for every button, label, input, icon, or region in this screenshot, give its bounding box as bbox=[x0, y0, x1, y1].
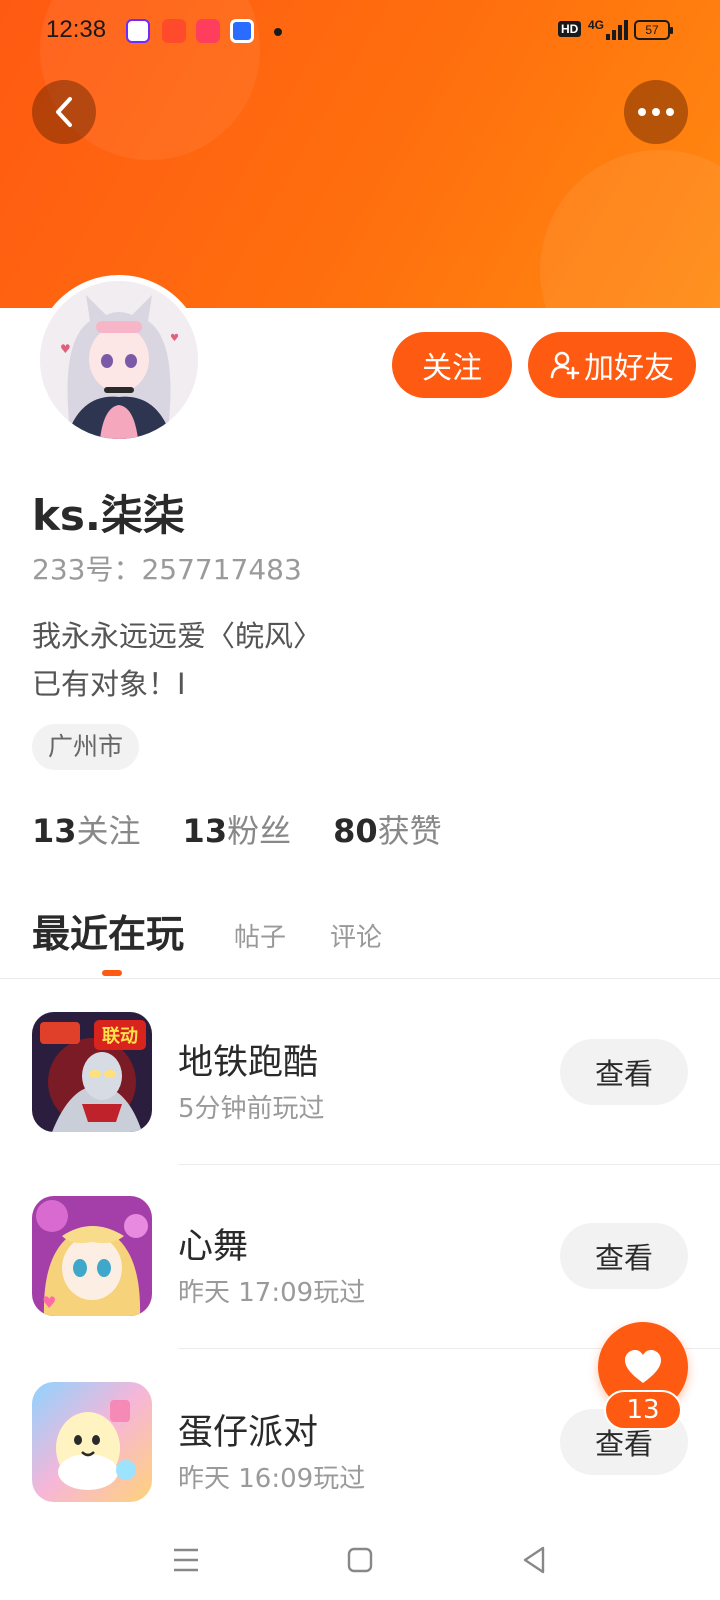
tab-comments[interactable]: 评论 bbox=[330, 917, 382, 954]
app-notification-icon bbox=[196, 19, 220, 43]
add-friend-label: 加好友 bbox=[584, 351, 674, 386]
active-tab-indicator bbox=[102, 970, 122, 976]
likes-count: 80 bbox=[333, 812, 378, 850]
bio: 我永永远远爱〈皖风〉 已有对象！I bbox=[32, 612, 322, 708]
following-stat[interactable]: 13关注 bbox=[32, 806, 141, 852]
likes-label: 获赞 bbox=[377, 812, 442, 850]
following-count: 13 bbox=[32, 812, 77, 850]
game-badge: 联动 bbox=[102, 1026, 138, 1047]
bio-line: 已有对象！I bbox=[32, 667, 186, 701]
game-list-item[interactable]: 联动 地铁跑酷 5分钟前玩过 查看 bbox=[32, 1012, 720, 1132]
back-nav-icon[interactable] bbox=[514, 1540, 554, 1580]
menu-icon[interactable] bbox=[166, 1540, 206, 1580]
more-options-button[interactable] bbox=[624, 80, 688, 144]
fans-stat[interactable]: 13粉丝 bbox=[183, 806, 292, 852]
svg-text:♥: ♥ bbox=[60, 342, 71, 356]
game-name: 地铁跑酷 bbox=[178, 1043, 319, 1083]
system-navigation-bar bbox=[0, 1520, 720, 1600]
add-friend-button[interactable]: 加好友 bbox=[528, 332, 696, 398]
app-notification-icon bbox=[126, 19, 150, 43]
fans-label: 粉丝 bbox=[227, 812, 292, 850]
network-type: 4G bbox=[588, 18, 605, 32]
follow-button[interactable]: 关注 bbox=[392, 332, 512, 398]
avatar[interactable]: ♥ ♥ bbox=[34, 275, 204, 445]
fans-count: 13 bbox=[182, 812, 228, 850]
profile-stats: 13关注 13粉丝 80获赞 bbox=[32, 806, 442, 852]
view-game-button[interactable]: 查看 bbox=[560, 1223, 688, 1289]
game-name: 蛋仔派对 bbox=[178, 1413, 319, 1453]
banner-decoration bbox=[540, 150, 720, 308]
game-last-played: 昨天 17:09玩过 bbox=[178, 1278, 366, 1308]
game-list-item[interactable]: ♥ 心舞 昨天 17:09玩过 查看 bbox=[32, 1196, 720, 1316]
heart-icon bbox=[625, 1350, 661, 1383]
svg-text:♥: ♥ bbox=[170, 333, 179, 344]
tab-posts[interactable]: 帖子 bbox=[234, 917, 286, 954]
profile-tabs: 最近在玩 帖子 评论 bbox=[32, 903, 692, 976]
app-notification-icon bbox=[162, 19, 186, 43]
game-name: 心舞 bbox=[178, 1227, 249, 1267]
chevron-left-icon bbox=[56, 97, 72, 127]
battery-icon: 57 bbox=[634, 20, 673, 40]
follow-label: 关注 bbox=[422, 351, 482, 386]
more-notifications-dot bbox=[274, 28, 282, 36]
username: ks.柒柒 bbox=[32, 491, 185, 540]
divider bbox=[0, 978, 720, 979]
eggy-party-icon[interactable] bbox=[32, 1382, 152, 1502]
bio-line: 我永永远远爱〈皖风〉 bbox=[32, 619, 323, 653]
divider bbox=[178, 1164, 720, 1165]
add-user-icon bbox=[550, 351, 580, 380]
view-game-button[interactable]: 查看 bbox=[560, 1039, 688, 1105]
game-last-played: 昨天 16:09玩过 bbox=[178, 1464, 366, 1494]
likes-stat[interactable]: 80获赞 bbox=[333, 806, 442, 852]
status-bar: 12:38 HD 4G 57 bbox=[0, 0, 720, 62]
subway-surfers-icon[interactable]: 联动 bbox=[32, 1012, 152, 1132]
following-label: 关注 bbox=[76, 812, 141, 850]
app-notification-icon bbox=[230, 19, 254, 43]
user-id[interactable]: 233号：257717483 bbox=[32, 548, 302, 588]
signal-icon bbox=[606, 20, 628, 40]
home-icon[interactable] bbox=[340, 1540, 380, 1580]
more-icon bbox=[638, 108, 674, 116]
svg-text:♥: ♥ bbox=[42, 1293, 56, 1312]
back-button[interactable] bbox=[32, 80, 96, 144]
tab-recently-played[interactable]: 最近在玩 bbox=[32, 903, 184, 958]
like-count-badge: 13 bbox=[604, 1390, 682, 1430]
location-tag: 广州市 bbox=[32, 724, 140, 770]
xinwu-icon[interactable]: ♥ bbox=[32, 1196, 152, 1316]
status-time: 12:38 bbox=[46, 16, 107, 43]
hd-indicator: HD bbox=[558, 21, 582, 37]
game-last-played: 5分钟前玩过 bbox=[178, 1094, 325, 1124]
avatar-image: ♥ ♥ bbox=[40, 281, 198, 439]
